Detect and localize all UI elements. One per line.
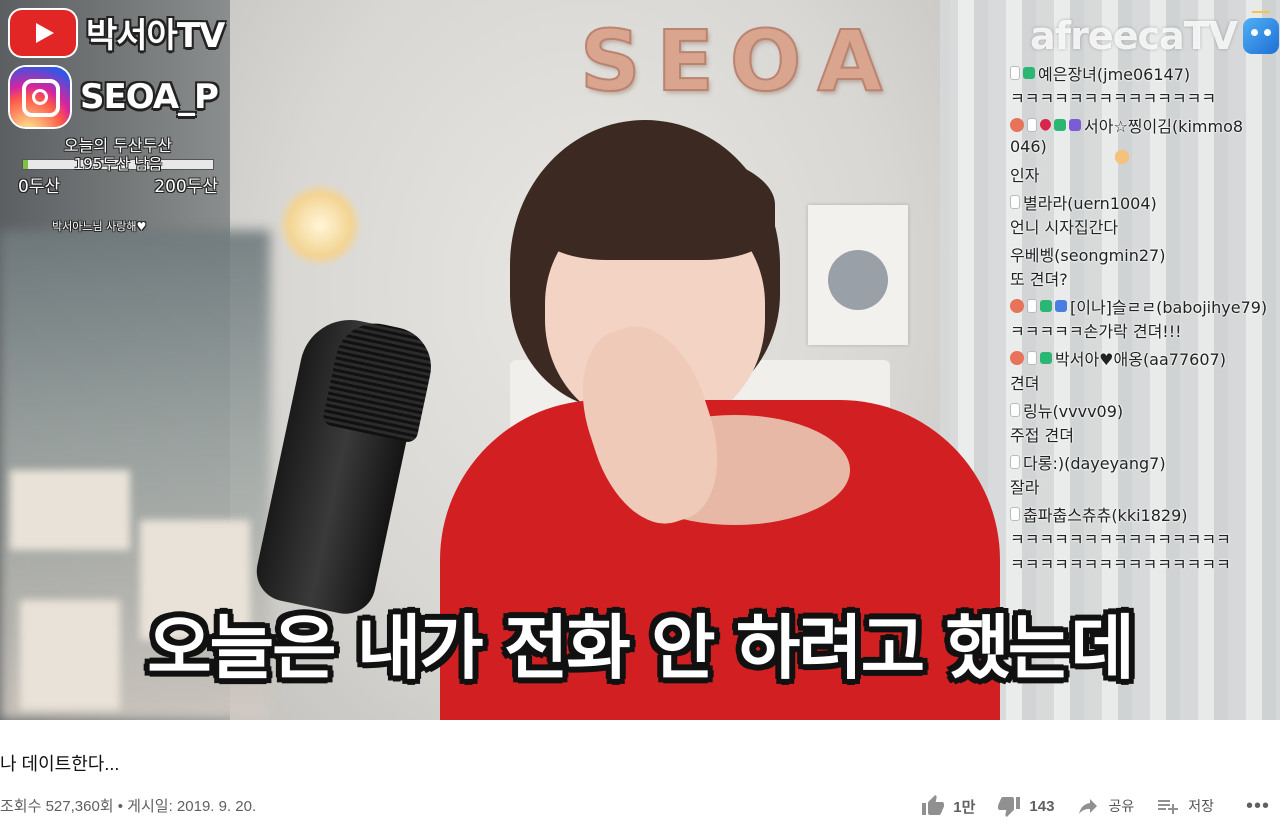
chat-text: 잘라 — [1010, 478, 1040, 497]
white-badge-icon — [1027, 298, 1037, 313]
white-badge-icon — [1010, 454, 1020, 469]
white-badge-icon — [1010, 194, 1020, 209]
afreecatv-wordmark: afreecaTV — [1030, 14, 1238, 58]
youtube-channel-name: 박서아TV — [86, 16, 225, 56]
heart-badge-icon — [1037, 116, 1054, 133]
chat-username[interactable]: 링뉴(vvvv09) — [1023, 398, 1123, 422]
chat-username[interactable]: [이나]슬ㄹㄹ(babojihye79) — [1070, 294, 1267, 318]
chat-text: 주접 견뎌 — [1010, 426, 1074, 445]
white-badge-icon — [1010, 506, 1020, 521]
red-face-badge-icon — [1010, 117, 1024, 132]
chat-text: 인자 — [1010, 166, 1040, 185]
chat-user-row: 다롱:)(dayeyang7) — [1010, 150, 1280, 474]
like-count: 1만 — [953, 798, 976, 816]
video-player[interactable]: S E O A 박서아TV SEOA_P 오늘의 두산두산 195두산 남음 0… — [0, 0, 1280, 720]
donation-goal: 오늘의 두산두산 195두산 남음 0두산 200두산 — [18, 132, 218, 197]
chat-username[interactable]: 다롱:)(dayeyang7) — [1023, 450, 1166, 474]
goal-end-label: 200두산 — [154, 177, 218, 197]
share-label: 공유 — [1108, 798, 1135, 814]
share-button[interactable]: 공유 — [1076, 794, 1134, 818]
chat-user-row: 서아☆찡이김(kimmo8 — [1010, 112, 1280, 137]
seoa-balloons: S E O A — [579, 11, 887, 111]
goal-progress-bar: 195두산 남음 — [22, 155, 214, 173]
white-badge-icon — [1010, 402, 1020, 417]
more-dots-icon: ••• — [1245, 794, 1270, 817]
chat-user-row: [이나]슬ㄹㄹ(babojihye79) — [1010, 293, 1280, 318]
purple-badge-icon — [1069, 118, 1081, 131]
green-badge-icon — [1054, 118, 1066, 131]
chat-username[interactable]: 춥파춥스츄츄(kki1829) — [1023, 502, 1188, 526]
balloon-letter: E — [655, 11, 718, 111]
chat-username[interactable]: 박서아♥애옹(aa77607) — [1055, 346, 1226, 370]
chat-user-row: 춥파춥스츄츄(kki1829) — [1010, 150, 1280, 526]
chat-user-row: 링뉴(vvvv09) — [1010, 150, 1280, 422]
video-subtitle: 오늘은 내가 전화 안 하려고 했는데 — [147, 607, 1134, 689]
chat-username[interactable]: 별라라(uern1004) — [1023, 190, 1157, 214]
youtube-icon — [10, 9, 76, 56]
video-meta: 조회수 527,360회 • 게시일: 2019. 9. 20. — [0, 798, 257, 815]
youtube-channel-overlay: 박서아TV — [10, 8, 225, 57]
instagram-overlay: SEOA_P — [10, 67, 219, 127]
thumbs-down-icon — [998, 797, 1021, 817]
chat-user-row: 박서아♥애옹(aa77607) — [1010, 345, 1280, 370]
chat-message: 우베벵(seongmin27) 또 견뎌? — [1010, 150, 1280, 291]
chat-message: 별라라(uern1004) 언니 시자집간다 — [1010, 150, 1280, 239]
chat-username[interactable]: 서아☆찡이김(kimmo8 — [1084, 113, 1243, 137]
chat-text: 견뎌 — [1010, 374, 1040, 393]
chat-text: 또 견뎌? — [1010, 270, 1068, 289]
instagram-handle: SEOA_P — [80, 77, 219, 117]
playlist-add-icon — [1158, 800, 1179, 814]
white-badge-icon — [1027, 350, 1037, 365]
thanks-note: 박서아느님 사랑해♥ — [52, 220, 147, 233]
chat-username[interactable]: 예은장녀(jme06147) — [1038, 61, 1190, 85]
dislike-button[interactable]: 143 — [997, 794, 1054, 818]
red-face-badge-icon — [1010, 350, 1024, 365]
green-badge-icon — [1023, 66, 1035, 79]
streamer-bangs — [535, 150, 775, 260]
instagram-icon — [10, 67, 70, 127]
video-title: 나 데이트한다... — [0, 754, 120, 774]
blue-badge-icon — [1055, 299, 1067, 312]
chat-text: ㅋㅋㅋㅋㅋ손가락 견뎌!!! — [1010, 322, 1182, 341]
chat-username[interactable]: 우베벵(seongmin27) — [1010, 242, 1165, 266]
chat-user-row: 별라라(uern1004) — [1010, 150, 1280, 214]
chat-message: 다롱:)(dayeyang7) 잘라 — [1010, 150, 1280, 499]
chat-text: ㅋㅋㅋㅋㅋㅋㅋㅋㅋㅋㅋㅋㅋㅋㅋ — [1010, 530, 1231, 549]
save-label: 저장 — [1188, 798, 1214, 814]
chat-message: 링뉴(vvvv09) 주접 견뎌 — [1010, 150, 1280, 447]
like-button[interactable]: 1만 — [921, 794, 975, 818]
chat-message: 예은장녀(jme06147) ㅋㅋㅋㅋㅋㅋㅋㅋㅋㅋㅋㅋㅋㅋ — [1010, 60, 1280, 164]
blurred-object — [10, 470, 130, 550]
chat-message: [이나]슬ㄹㄹ(babojihye79) ㅋㅋㅋㅋㅋ손가락 견뎌!!! — [1010, 293, 1280, 343]
chat-text: ㅋㅋㅋㅋㅋㅋㅋㅋㅋㅋㅋㅋㅋㅋㅋ — [1010, 555, 1231, 574]
chat-message: 박서아♥애옹(aa77607) 견뎌 — [1010, 345, 1280, 395]
video-actions: 1만 143 공유 저장 ••• — [921, 794, 1270, 818]
chat-message: 서아☆찡이김(kimmo8 046) 인자 — [1010, 112, 1280, 187]
chat-message: 춥파춥스츄츄(kki1829) ㅋㅋㅋㅋㅋㅋㅋㅋㅋㅋㅋㅋㅋㅋㅋ ㅋㅋㅋㅋㅋㅋㅋㅋㅋㅋ… — [1010, 150, 1280, 576]
face-badge-icon — [1115, 150, 1129, 164]
white-badge-icon — [1027, 117, 1037, 132]
dislike-count: 143 — [1029, 797, 1055, 815]
green-badge-icon — [1040, 351, 1052, 364]
red-face-badge-icon — [1010, 298, 1024, 313]
chat-text: ㅋㅋㅋㅋㅋㅋㅋㅋㅋㅋㅋㅋㅋㅋ — [1010, 89, 1217, 108]
green-badge-icon — [1040, 299, 1052, 312]
goal-remaining: 195두산 남음 — [73, 155, 163, 173]
balloon-letter: A — [816, 11, 887, 111]
chat-text: 언니 시자집간다 — [1010, 218, 1119, 237]
goal-start-label: 0두산 — [18, 177, 61, 197]
chat-user-row: 예은장녀(jme06147) — [1010, 60, 1280, 164]
afreecatv-logo: afreecaTV — [1030, 11, 1279, 58]
chat-user-row: 우베벵(seongmin27) — [1010, 150, 1280, 266]
thumbs-up-icon — [922, 795, 945, 815]
share-arrow-icon — [1079, 799, 1098, 814]
stream-chat: 예은장녀(jme06147) ㅋㅋㅋㅋㅋㅋㅋㅋㅋㅋㅋㅋㅋㅋ 서아☆찡이김(kimmo… — [1010, 60, 1280, 620]
afreecatv-mascot-icon — [1242, 11, 1279, 54]
white-badge-icon — [1010, 65, 1020, 80]
balloon-letter: S — [579, 11, 645, 111]
save-button[interactable]: 저장 — [1156, 794, 1214, 818]
more-actions-button[interactable]: ••• — [1246, 795, 1270, 818]
chat-username-continued: 046) — [1010, 137, 1047, 156]
balloon-letter: O — [729, 11, 806, 111]
